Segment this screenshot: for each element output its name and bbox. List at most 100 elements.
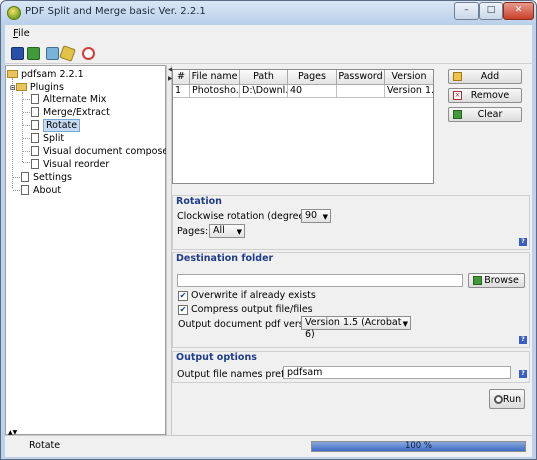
clear-button[interactable]: Clear (448, 107, 522, 122)
tree-connector (23, 138, 30, 139)
run-button-label: Run (502, 394, 522, 405)
save-icon[interactable] (11, 47, 24, 60)
client-area: File pdfsam 2.2.1 ⊟ Plugins Alternate Mix… (5, 25, 532, 457)
tree-connector (23, 162, 30, 163)
menu-bar: File (5, 25, 532, 43)
document-icon (31, 146, 39, 156)
tree-settings[interactable]: Settings (21, 171, 72, 184)
table-header[interactable]: Version (385, 70, 433, 85)
maximize-button[interactable]: □ (479, 2, 503, 20)
minimize-button[interactable]: – (454, 2, 479, 20)
app-window: PDF Split and Merge basic Ver. 2.2.1 – □… (0, 0, 537, 460)
status-text: Rotate (29, 440, 61, 451)
tree-about[interactable]: About (21, 184, 61, 197)
tree-item-label: Alternate Mix (43, 94, 107, 105)
prefix-label: Output file names prefix: (177, 369, 296, 380)
table-cell[interactable]: D:\Downl... (240, 85, 288, 98)
table-header[interactable]: Password (337, 70, 385, 85)
pdfsam-logo-icon (7, 6, 21, 20)
rotation-group: Rotation Clockwise rotation (degrees): 9… (172, 195, 530, 250)
compress-label: Compress output file/files (191, 304, 313, 315)
compress-checkbox[interactable]: ✔ (178, 305, 188, 315)
tree-item-alternate-mix[interactable]: Alternate Mix (31, 93, 106, 106)
help-icon[interactable]: ? (519, 336, 527, 344)
rotation-degrees-value: 90 (305, 210, 318, 221)
rotate-plugin-panel: # File name Path Pages Password Version … (172, 65, 532, 435)
help-icon[interactable]: ? (519, 370, 527, 378)
chevron-down-icon: ▼ (236, 228, 242, 236)
rotation-degrees-select[interactable]: 90 ▼ (301, 209, 331, 223)
pdf-version-value: Version 1.5 (Acrobat 6) (305, 317, 402, 340)
remove-button[interactable]: × Remove (448, 88, 522, 103)
plugin-tree: pdfsam 2.2.1 ⊟ Plugins Alternate Mix Merg… (5, 65, 172, 435)
tree-item-label: Merge/Extract (43, 107, 110, 118)
progress-text: 100 % (404, 441, 432, 451)
document-icon (31, 120, 39, 130)
document-icon (31, 94, 39, 104)
window-title: PDF Split and Merge basic Ver. 2.2.1 (25, 6, 206, 17)
title-bar[interactable]: PDF Split and Merge basic Ver. 2.2.1 – □… (1, 1, 536, 25)
pdf-version-label: Output document pdf version: (178, 319, 322, 330)
table-cell[interactable]: 1 (173, 85, 190, 98)
document-icon (31, 133, 39, 143)
table-header[interactable]: Pages (288, 70, 337, 85)
tree-plugins-label: Plugins (29, 82, 64, 93)
tree-connector (23, 125, 30, 126)
tree-item-visual-document-composer[interactable]: Visual document composer (31, 145, 172, 158)
overwrite-checkbox[interactable]: ✔ (178, 291, 188, 301)
chevron-down-icon: ▼ (322, 213, 328, 221)
clear-icon[interactable] (59, 45, 76, 62)
folder-open-icon (15, 83, 27, 91)
toolbar (5, 44, 532, 64)
tree-root[interactable]: pdfsam 2.2.1 (7, 68, 84, 81)
browse-button[interactable]: Browse (468, 273, 525, 288)
table-cell[interactable]: 40 (288, 85, 337, 98)
tree-item-split[interactable]: Split (31, 132, 64, 145)
file-table[interactable]: # File name Path Pages Password Version … (172, 69, 434, 184)
progress-bar: 100 % (311, 441, 526, 452)
chevron-down-icon: ▼ (402, 320, 408, 328)
document-icon (21, 172, 29, 182)
pdf-version-select[interactable]: Version 1.5 (Acrobat 6) ▼ (301, 316, 411, 340)
table-cell[interactable] (337, 85, 385, 98)
tree-item-label: Split (43, 133, 65, 144)
exit-icon[interactable] (82, 47, 95, 60)
table-header[interactable]: Path (240, 70, 288, 85)
document-icon (21, 185, 29, 195)
output-options-title: Output options (176, 352, 257, 363)
tree-item-visual-reorder[interactable]: Visual reorder (31, 158, 109, 171)
pages-select[interactable]: All ▼ (209, 224, 245, 238)
load-icon[interactable] (46, 47, 59, 60)
menu-file-rest: ile (18, 28, 30, 39)
output-options-group: Output options Output file names prefix:… (172, 351, 530, 383)
expand-arrows-icon[interactable]: ▲▼ (8, 429, 17, 436)
prefix-input[interactable]: pdfsam (283, 366, 511, 379)
open-icon[interactable] (27, 47, 40, 60)
tree-item-label-selected: Rotate (43, 119, 81, 132)
add-button[interactable]: Add (448, 69, 522, 84)
pages-label: Pages: (177, 226, 209, 237)
tree-item-rotate[interactable]: Rotate (31, 119, 81, 132)
destination-path-field[interactable] (177, 274, 463, 287)
table-header[interactable]: # (173, 70, 190, 85)
help-icon[interactable]: ? (519, 238, 527, 246)
tree-connector (13, 190, 20, 191)
document-icon (31, 107, 39, 117)
close-button[interactable]: ✕ (503, 2, 534, 20)
tree-item-merge-extract[interactable]: Merge/Extract (31, 106, 110, 119)
overwrite-label: Overwrite if already exists (191, 290, 316, 301)
folder-open-icon (7, 70, 18, 78)
tree-settings-label: Settings (33, 172, 72, 183)
tree-root-label: pdfsam 2.2.1 (21, 69, 84, 80)
table-cell[interactable]: Photosho... (190, 85, 240, 98)
run-button[interactable]: Run (489, 389, 525, 409)
destination-title: Destination folder (176, 253, 274, 264)
tree-item-label: Visual document composer (43, 146, 173, 157)
tree-connector (12, 78, 13, 188)
table-header[interactable]: File name (190, 70, 240, 85)
table-cell[interactable]: Version 1.... (385, 85, 433, 98)
tree-connector (23, 151, 30, 152)
status-bar: ▲▼ Rotate 100 % (5, 429, 532, 455)
menu-file[interactable]: File (13, 28, 30, 39)
browse-button-label: Browse (484, 275, 519, 286)
